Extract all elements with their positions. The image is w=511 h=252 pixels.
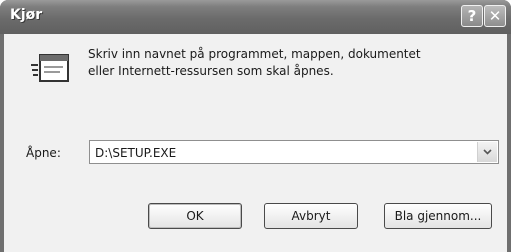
open-label: Åpne:: [26, 146, 61, 160]
help-button[interactable]: ?: [461, 5, 483, 27]
title-bar[interactable]: Kjør ? ✕: [0, 0, 511, 34]
cancel-button[interactable]: Avbryt: [264, 203, 358, 229]
chevron-down-icon: [483, 149, 492, 155]
run-icon: [31, 54, 69, 82]
instruction-line-1: Skriv inn navnet på programmet, mappen, …: [88, 47, 421, 61]
ok-button[interactable]: OK: [148, 203, 242, 229]
browse-button[interactable]: Bla gjennom...: [384, 203, 492, 229]
open-combobox[interactable]: D:\SETUP.EXE: [89, 140, 499, 164]
help-icon: ?: [467, 7, 477, 25]
open-input[interactable]: D:\SETUP.EXE: [95, 146, 176, 160]
instruction-line-2: eller Internett-ressursen som skal åpnes…: [88, 64, 334, 78]
close-icon: ✕: [488, 7, 502, 25]
window-title: Kjør: [10, 7, 43, 23]
instruction-text: Skriv inn navnet på programmet, mappen, …: [88, 46, 498, 80]
close-button[interactable]: ✕: [484, 5, 506, 27]
run-dialog: Kjør ? ✕ Skriv inn navnet på programmet,…: [0, 0, 511, 252]
dropdown-button[interactable]: [477, 142, 497, 162]
